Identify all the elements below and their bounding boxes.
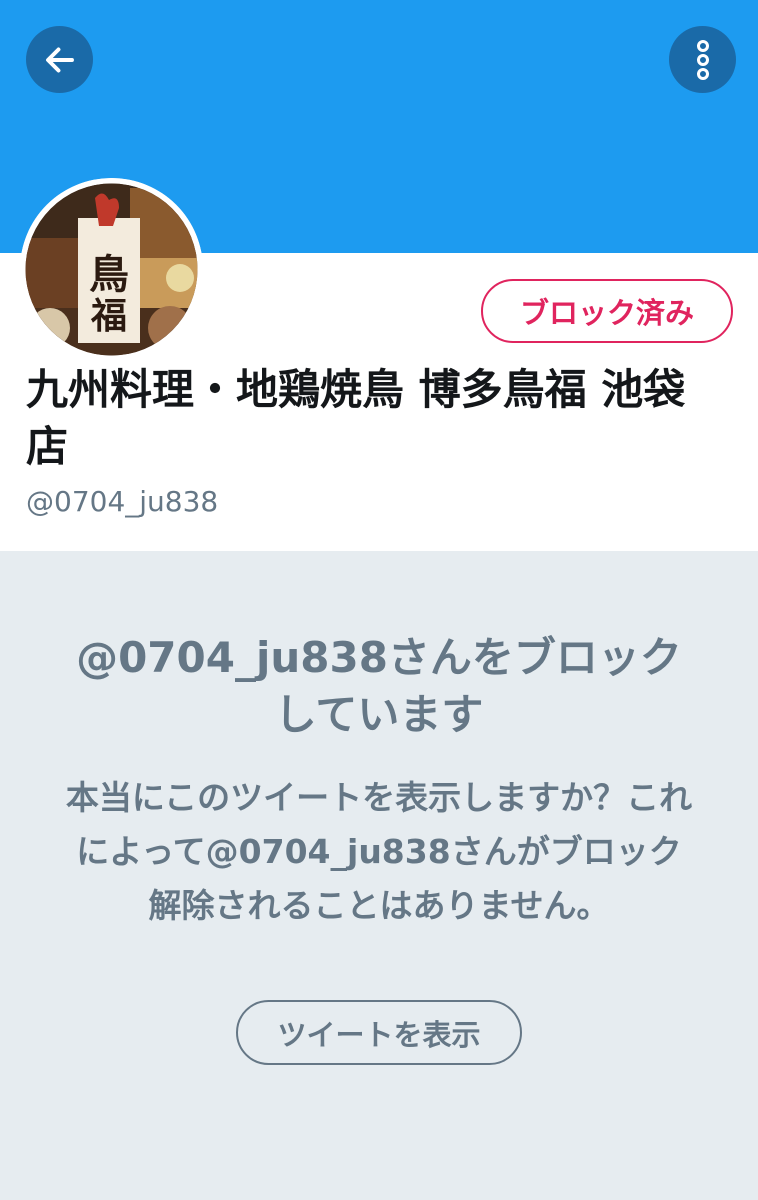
profile-handle: @0704_ju838	[26, 485, 219, 518]
arrow-left-icon	[45, 47, 74, 72]
show-tweets-button[interactable]: ツイートを表示	[236, 1000, 522, 1065]
blocked-status-button[interactable]: ブロック済み	[481, 279, 733, 343]
blocked-notice-message: 本当にこのツイートを表示しますか？これによって@0704_ju838さんがブロッ…	[65, 778, 693, 925]
avatar[interactable]: 鳥 福	[20, 178, 203, 361]
avatar-text-bottom: 福	[90, 295, 127, 337]
profile-display-name: 九州料理・地鶏焼鳥 博多鳥福 池袋店	[26, 365, 686, 471]
avatar-text-top: 鳥	[89, 251, 129, 298]
back-button[interactable]	[26, 26, 93, 93]
avatar-image: 鳥 福	[20, 178, 203, 361]
blocked-notice-title: @0704_ju838さんをブロックしています	[76, 633, 682, 739]
more-options-button[interactable]	[669, 26, 736, 93]
more-vertical-icon	[696, 39, 709, 80]
